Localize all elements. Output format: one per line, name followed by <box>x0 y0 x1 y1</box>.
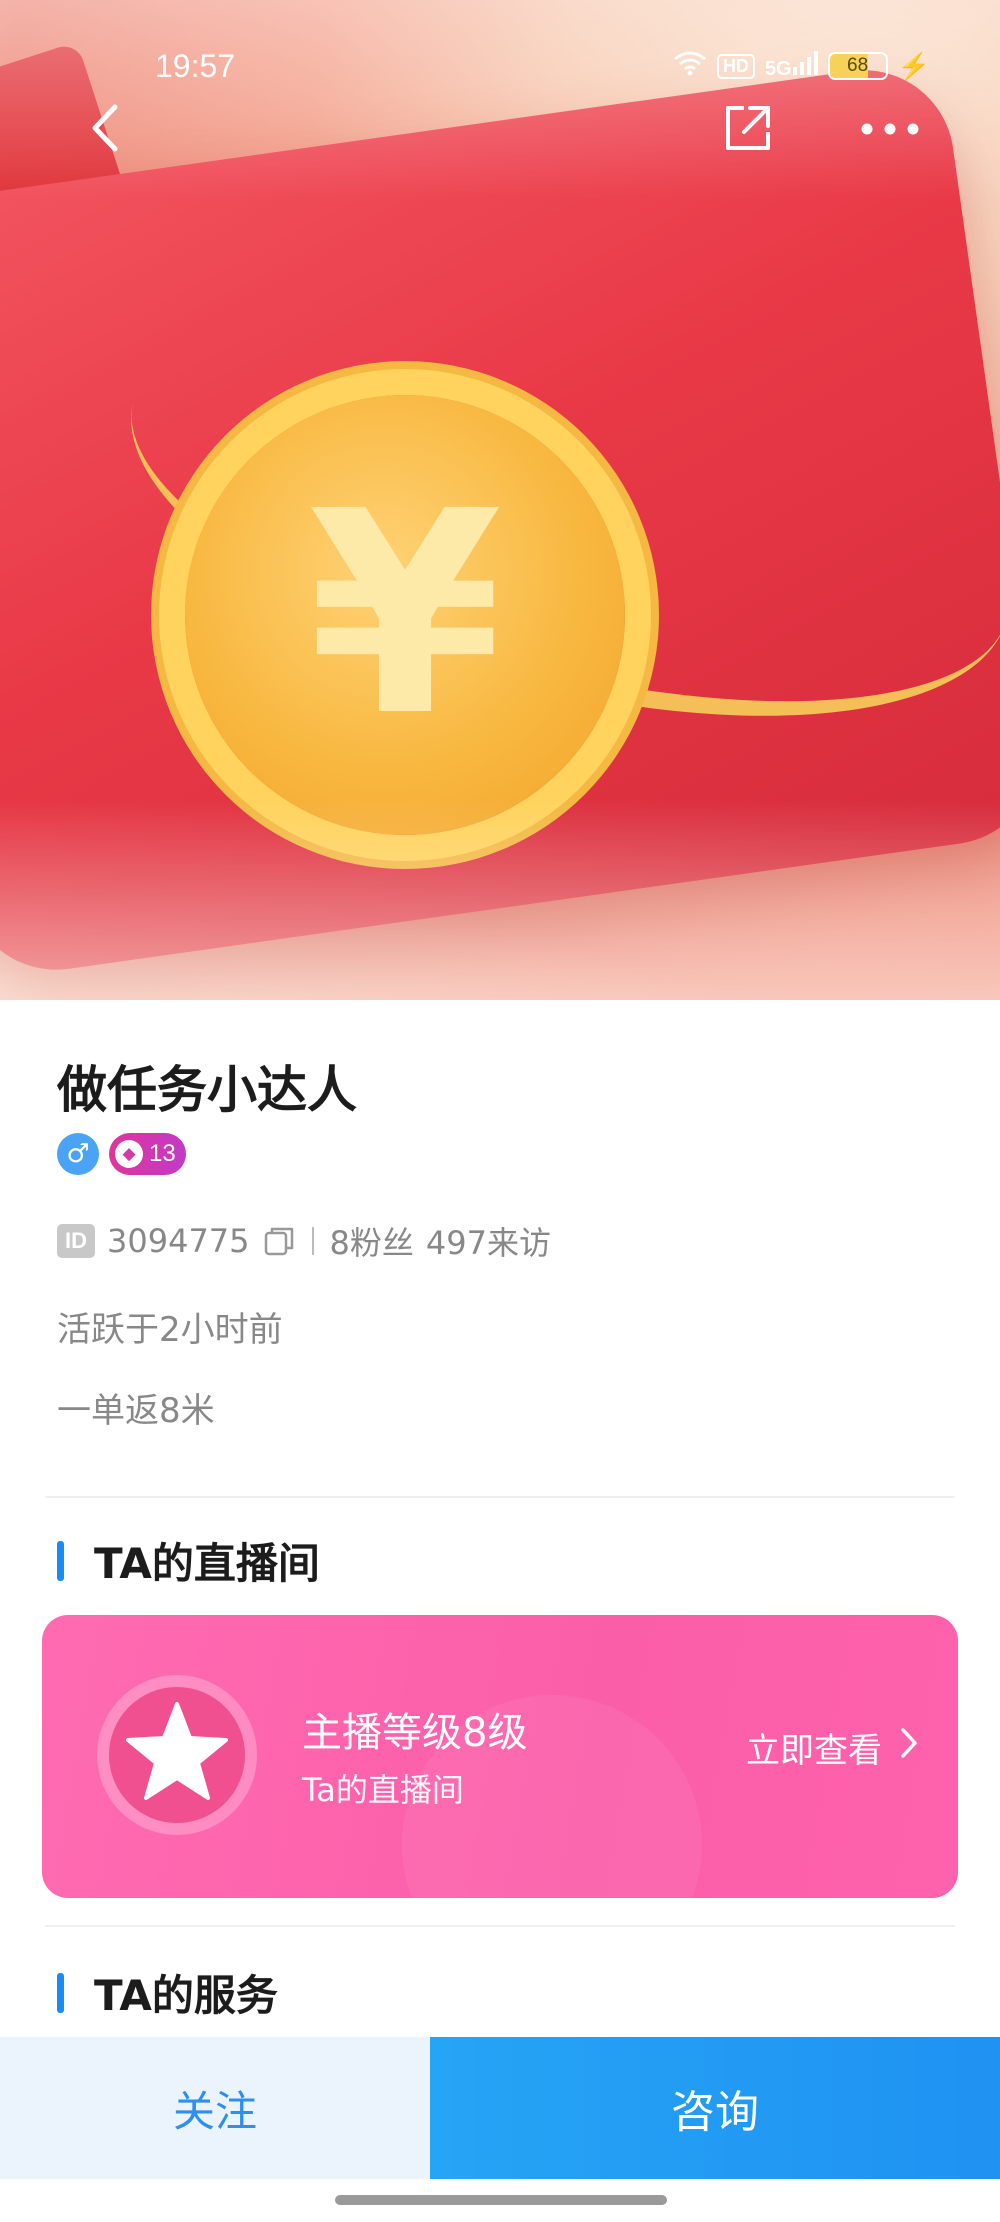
profile-description: 一单返8米 <box>57 1391 215 1431</box>
visits-count: 497来访 <box>425 1224 551 1262</box>
id-icon: ID <box>57 1224 95 1258</box>
consult-button[interactable]: 咨询 <box>430 2037 1000 2179</box>
live-section-title: TA的直播间 <box>57 1530 320 1591</box>
chevron-right-icon <box>900 1727 918 1768</box>
hd-badge: HD <box>716 53 755 79</box>
fans-count: 8粉丝 <box>329 1224 414 1262</box>
live-subtitle: Ta的直播间 <box>302 1771 464 1809</box>
share-button[interactable] <box>713 95 783 165</box>
share-icon <box>720 100 776 160</box>
separator <box>311 1227 314 1255</box>
active-status: 活跃于2小时前 <box>57 1310 283 1350</box>
copy-icon[interactable] <box>262 1224 296 1258</box>
back-button[interactable] <box>70 95 140 165</box>
service-section-title: TA的服务 <box>57 1962 278 2023</box>
hero-banner: ¥ <box>0 0 1000 1000</box>
more-button[interactable] <box>855 95 925 165</box>
follow-button[interactable]: 关注 <box>0 2037 430 2179</box>
level-value: 13 <box>149 1140 176 1167</box>
star-icon <box>122 1698 232 1812</box>
live-title: 主播等级8级 <box>302 1710 528 1756</box>
gender-icon: ♂ <box>57 1133 99 1175</box>
home-indicator[interactable] <box>335 2195 667 2205</box>
meta-row: ID 3094775 8粉丝 497来访 <box>57 1218 551 1264</box>
view-now-link[interactable]: 立即查看 <box>746 1723 918 1772</box>
diamond-icon: ◆ <box>115 1140 143 1168</box>
more-icon <box>860 121 920 140</box>
live-room-card[interactable]: 主播等级8级 Ta的直播间 立即查看 <box>42 1615 958 1898</box>
divider <box>45 1925 955 1927</box>
charging-icon: ⚡ <box>897 50 930 81</box>
user-id: 3094775 <box>107 1222 250 1260</box>
status-bar: 19:57 HD 5G 68 ⚡ <box>0 40 1000 90</box>
signal-icon: 5G <box>765 51 818 81</box>
battery-icon: 68 <box>827 52 888 80</box>
divider <box>45 1496 955 1498</box>
level-badge: ◆ 13 <box>109 1133 186 1175</box>
badge-row: ♂ ◆ 13 <box>57 1133 186 1175</box>
network-type: 5G <box>764 58 792 80</box>
bottom-action-bar: 关注 咨询 <box>0 2037 1000 2179</box>
back-arrow-icon <box>87 103 123 157</box>
status-time: 19:57 <box>155 48 236 84</box>
live-avatar <box>97 1675 257 1835</box>
profile-name: 做任务小达人 <box>57 1061 357 1119</box>
wifi-icon <box>673 50 707 82</box>
